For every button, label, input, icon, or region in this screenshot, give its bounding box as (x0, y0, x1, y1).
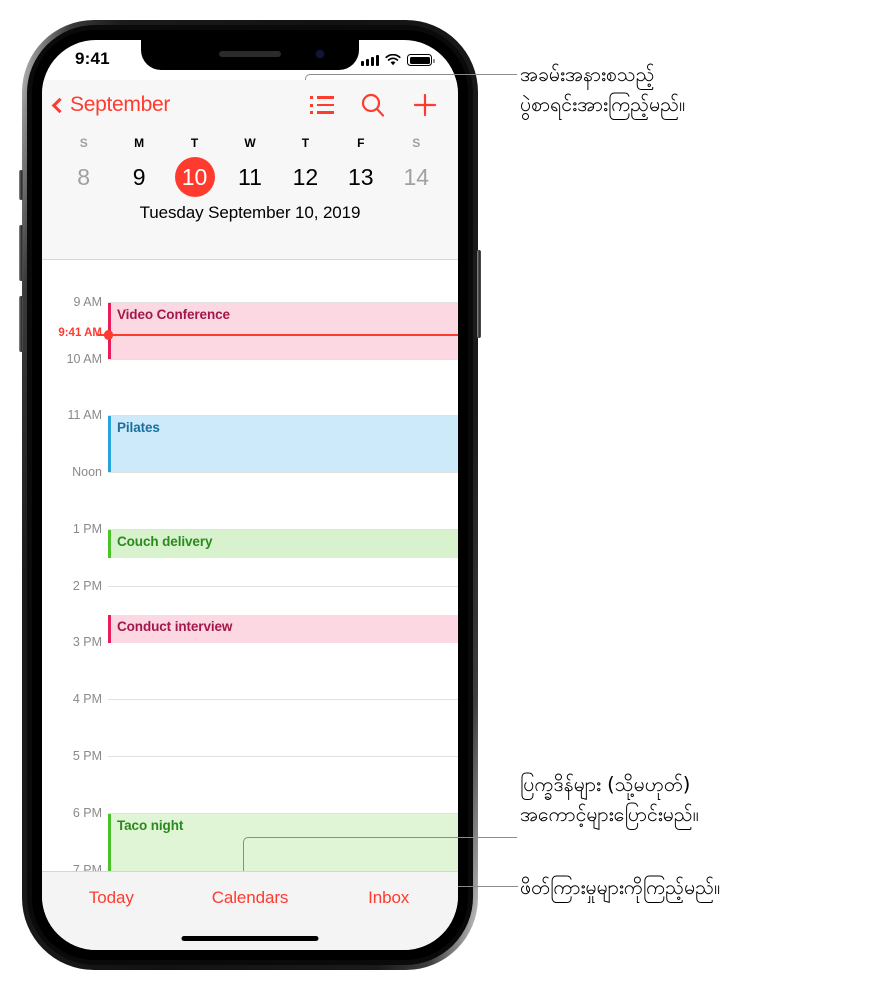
back-button-label: September (70, 93, 171, 116)
week-strip: S M T W T F S 8 9 10 11 12 13 14 Tuesday September 1… (42, 130, 458, 260)
weekday-initial: S (79, 136, 88, 150)
event-title: Couch delivery (117, 534, 213, 549)
hour-label: 11 AM (67, 408, 102, 422)
hour-gridline (108, 359, 458, 360)
weekday-initial: M (134, 136, 145, 150)
callout-calendars: ပြက္ခဒိန်များ (သို့မဟုတ်) အကောင့်များပြေ… (520, 773, 699, 827)
nav-bar-actions (310, 92, 438, 118)
calendar-event[interactable]: Couch delivery (108, 530, 458, 558)
weekday-initial: T (190, 136, 199, 150)
hour-label: 4 PM (72, 692, 102, 706)
tab-bar-items: Today Calendars Inbox (42, 872, 458, 928)
chevron-left-icon (51, 97, 68, 113)
mute-switch[interactable] (19, 170, 23, 200)
list-icon[interactable] (310, 96, 334, 114)
day-number-label: 13 (348, 163, 374, 190)
navigation-bar: September (42, 80, 458, 130)
hour-label: 9 AM (73, 295, 103, 309)
callout-list-view: အခမ်းအနားစသည့် ပွဲစာရင်းအားကြည့်မည်။ (520, 63, 686, 117)
calendar-event[interactable]: Conduct interview (108, 615, 458, 643)
day-number-label: 10 (174, 157, 215, 197)
home-indicator[interactable] (181, 936, 319, 941)
hour-label: 7 PM (72, 863, 102, 871)
power-button[interactable] (477, 250, 481, 338)
day-cell[interactable]: 13 (333, 157, 388, 197)
calendar-event[interactable]: Pilates (108, 416, 458, 472)
earpiece-speaker (219, 51, 281, 57)
hour-label: 5 PM (72, 749, 102, 763)
day-number-label: 11 (238, 163, 262, 190)
hour-label: 10 AM (66, 352, 102, 366)
weekday-initial: W (244, 136, 256, 150)
day-cell[interactable]: 8 (56, 157, 111, 197)
day-cell[interactable]: 14 (389, 157, 444, 197)
tab-inbox[interactable]: Inbox (319, 888, 458, 908)
callout-inbox: ဖိတ်ကြားမှုများကိုကြည့်မည်။ (520, 876, 720, 899)
search-icon[interactable] (360, 92, 386, 118)
hour-label: 1 PM (72, 522, 102, 536)
event-title: Pilates (117, 420, 160, 435)
event-title: Conduct interview (117, 619, 233, 634)
volume-down-button[interactable] (19, 296, 23, 352)
timeline-content: 9 AM 10 AM 11 AM Noon 1 PM 2 PM 3 PM 4 PM 5 PM 6 … (42, 261, 458, 871)
day-cell[interactable]: 11 (222, 157, 277, 197)
weekday-initial: S (412, 136, 421, 150)
weekday-initial: T (301, 136, 310, 150)
day-timeline[interactable]: 9 AM 10 AM 11 AM Noon 1 PM 2 PM 3 PM 4 PM 5 PM 6 … (42, 261, 458, 871)
day-number-label: 12 (292, 163, 319, 190)
current-time-line (108, 334, 458, 336)
day-number-label: 14 (403, 163, 430, 190)
plus-icon[interactable] (412, 92, 438, 118)
day-number-label: 9 (132, 163, 146, 190)
volume-up-button[interactable] (19, 225, 23, 281)
current-time-label: 9:41 AM (58, 327, 102, 339)
weekday-initials-row: SMTWTFS (42, 136, 458, 150)
cellular-signal-icon (361, 54, 379, 66)
event-title: Video Conference (117, 307, 230, 322)
status-bar-time: 9:41 (75, 49, 110, 68)
wifi-icon (385, 54, 401, 66)
phone-screen: 9:41 September S M T W T F S 8 9 10 11 1… (42, 40, 458, 950)
day-cell[interactable]: 12 (278, 157, 333, 197)
phone-device-frame: 9:41 September S M T W T F S 8 9 10 11 1… (19, 20, 481, 970)
day-cell[interactable]: 9 (111, 157, 166, 197)
battery-icon (407, 54, 435, 66)
tab-bar: Today Calendars Inbox (42, 871, 458, 950)
tab-calendars[interactable]: Calendars (181, 888, 320, 908)
status-bar-indicators (361, 51, 435, 66)
hour-label: 3 PM (72, 635, 102, 649)
hour-gridline (108, 586, 458, 587)
hour-gridline (108, 472, 458, 473)
screen-notch (141, 40, 359, 70)
day-numbers-row: 8 9 10 11 12 13 14 (42, 157, 458, 197)
hour-label: 2 PM (72, 579, 102, 593)
hour-label: Noon (72, 465, 102, 479)
hour-gridline (108, 756, 458, 757)
day-number-label: 8 (77, 163, 91, 190)
calendar-event[interactable]: Video Conference (108, 303, 458, 359)
hour-gridline (108, 699, 458, 700)
front-camera-icon (315, 49, 325, 59)
hour-label: 6 PM (72, 806, 102, 820)
weekday-initial: F (357, 136, 365, 150)
back-to-september-button[interactable]: September (51, 93, 171, 117)
day-cell-selected[interactable]: 10 (167, 157, 222, 197)
event-title: Taco night (117, 818, 184, 833)
selected-date-caption: Tuesday September 10, 2019 (139, 203, 361, 222)
tab-today[interactable]: Today (42, 888, 181, 908)
